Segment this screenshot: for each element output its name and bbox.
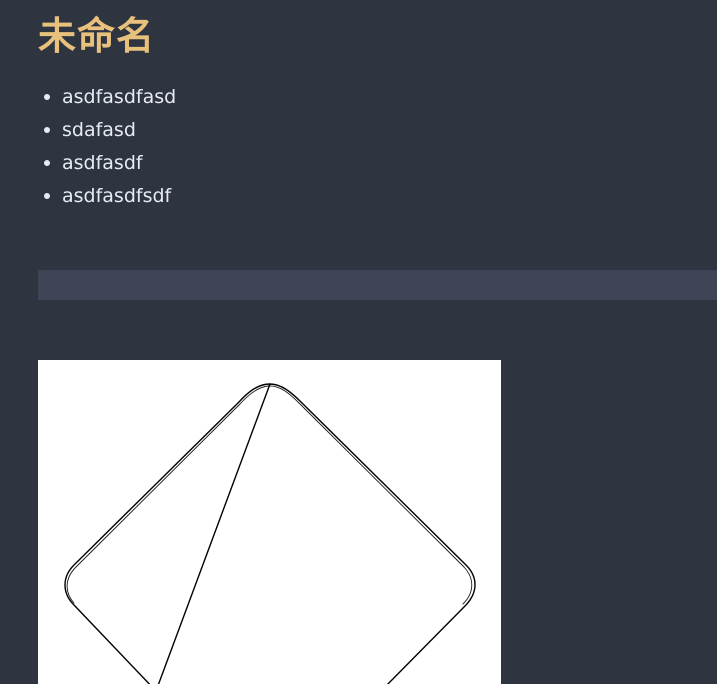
bullet-dot-icon	[44, 93, 50, 100]
diamond-outline-sketch	[66, 385, 473, 605]
bullet-dot-icon	[44, 192, 50, 199]
list-item: asdfasdfasd	[38, 80, 176, 113]
bullet-list: asdfasdfasd sdafasd asdfasdf asdfasdfsdf	[38, 80, 176, 212]
diamond-outline	[64, 383, 476, 684]
bullet-dot-icon	[44, 126, 50, 133]
list-item-text: asdfasdfsdf	[62, 184, 172, 207]
whiteboard-image	[38, 360, 501, 684]
rounded-diamond-shape	[64, 383, 476, 684]
list-item-text: asdfasdfasd	[62, 85, 177, 108]
divider-band	[38, 270, 717, 300]
list-item-text: asdfasdf	[62, 151, 143, 174]
list-item: asdfasdfsdf	[38, 179, 176, 212]
list-item-text: sdafasd	[62, 118, 136, 141]
bullet-dot-icon	[44, 159, 50, 166]
list-item: asdfasdf	[38, 146, 176, 179]
list-item: sdafasd	[38, 113, 176, 146]
page-title: 未命名	[38, 14, 156, 58]
